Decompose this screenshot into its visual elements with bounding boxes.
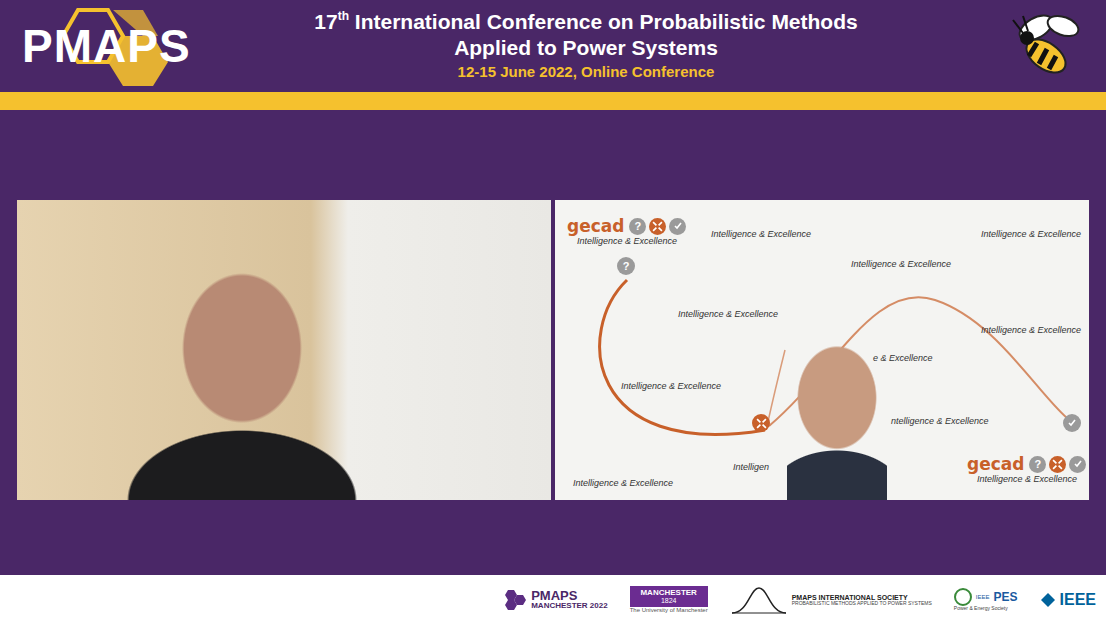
slide-label: Intelligence & Excellence: [981, 229, 1081, 239]
society-subtitle: PROBABILISTIC METHODS APPLIED TO POWER S…: [792, 601, 932, 606]
society-name: PMAPS INTERNATIONAL SOCIETY: [792, 594, 932, 601]
uni-year: 1824: [661, 597, 677, 604]
slide-label: Intelligence & Excellence: [851, 259, 951, 269]
slide-label: Intelligen: [733, 462, 769, 472]
cross-arrows-badge: [649, 218, 666, 235]
gecad-wordmark: gecad: [967, 454, 1024, 474]
webcam-overlay: [787, 335, 887, 500]
header-stripe: [0, 92, 1106, 110]
slide-label: Intelligence & Excellence: [621, 381, 721, 391]
check-badge: [669, 218, 686, 235]
gecad-tagline: Intelligence & Excellence: [977, 474, 1077, 484]
hexagon-icon: [501, 589, 527, 611]
pes-prefix: IEEE: [976, 594, 990, 600]
gecad-logo: gecad?Intelligence & Excellence: [967, 454, 1086, 484]
title-line: Applied to Power Systems: [454, 35, 718, 61]
presenter-video: [17, 200, 551, 500]
pes-text: PES: [994, 591, 1018, 603]
question-icon: ?: [1029, 456, 1046, 473]
pmaps-subtitle: MANCHESTER 2022: [531, 602, 607, 610]
check-icon: [1073, 459, 1083, 469]
gecad-wordmark: gecad: [567, 216, 624, 236]
pmaps-text: PMAPS: [531, 589, 607, 602]
logo-text: PMAPS: [18, 19, 191, 73]
cross-arrows-icon: [652, 221, 663, 232]
slide-label: Intelligence & Excellence: [981, 325, 1081, 335]
ieee-text: IEEE: [1060, 591, 1096, 609]
shared-slide: gecad?Intelligence & Excellencegecad?Int…: [555, 200, 1089, 500]
title-line: 17th International Conference on Probabi…: [314, 9, 857, 35]
slide-label: Intelligence & Excellence: [678, 309, 778, 319]
question-icon: ?: [629, 218, 646, 235]
conference-date: 12-15 June 2022, Online Conference: [458, 61, 715, 83]
society-logo: PMAPS INTERNATIONAL SOCIETYPROBABILISTIC…: [730, 585, 932, 615]
question-node: ?: [617, 257, 635, 275]
cross-arrows-badge: [1049, 456, 1066, 473]
cross-arrows-icon: [1052, 459, 1063, 470]
check-icon: [673, 221, 683, 231]
globe-icon: [954, 588, 972, 606]
manchester-logo: MANCHESTER1824 The University of Manchest…: [630, 586, 708, 614]
conference-title: 17th International Conference on Probabi…: [226, 9, 986, 83]
slide-label: Intelligence & Excellence: [573, 478, 673, 488]
camera-frame: [127, 255, 357, 500]
sponsor-bar: PMAPSMANCHESTER 2022 MANCHESTER1824 The Un…: [0, 575, 1106, 624]
ieee-pes-logo: IEEE PES Power & Energy Society: [954, 588, 1018, 611]
uni-subtitle: The University of Manchester: [630, 607, 708, 613]
pes-subtitle: Power & Energy Society: [954, 606, 1018, 611]
ieee-logo: IEEE: [1040, 591, 1096, 609]
video-stage: gecad?Intelligence & Excellencegecad?Int…: [0, 110, 1106, 575]
check-node: [1063, 414, 1081, 432]
check-icon: [1067, 418, 1077, 428]
cross-arrows-icon: [756, 418, 767, 429]
slide-label: Intelligence & Excellence: [711, 229, 811, 239]
check-badge: [1069, 456, 1086, 473]
pmaps-manchester-logo: PMAPSMANCHESTER 2022: [501, 589, 607, 611]
conference-header: PMAPS 17th International Conference on Pr…: [0, 0, 1106, 92]
slide-label: ntelligence & Excellence: [891, 416, 989, 426]
gecad-tagline: Intelligence & Excellence: [577, 236, 677, 246]
conference-stream: PMAPS 17th International Conference on Pr…: [0, 0, 1106, 624]
uni-name: MANCHESTER: [640, 589, 696, 597]
ieee-diamond-icon: [1040, 592, 1056, 608]
gecad-logo: gecad?Intelligence & Excellence: [567, 216, 686, 246]
cross-arrows-node: [752, 414, 770, 432]
bee-icon: [1001, 6, 1091, 86]
bell-curve-icon: [730, 585, 788, 615]
pmaps-logo: PMAPS: [0, 0, 226, 92]
